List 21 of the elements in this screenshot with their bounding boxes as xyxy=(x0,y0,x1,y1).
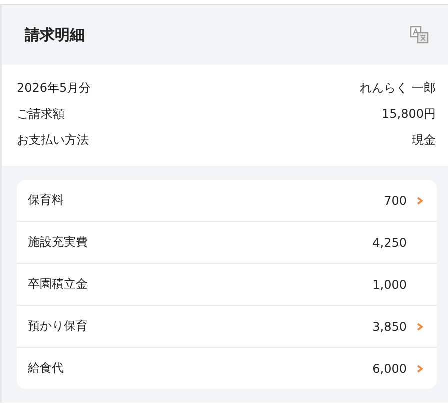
summary-label: 2026年5月分 xyxy=(17,80,92,97)
fee-label: 保育料 xyxy=(28,192,65,209)
chevron-icon[interactable] xyxy=(415,364,425,374)
fee-label: 給食代 xyxy=(28,360,65,377)
translate-icon[interactable] xyxy=(410,26,430,44)
page-title: 請求明細 xyxy=(25,26,85,44)
fee-amount: 4,250 xyxy=(372,236,407,250)
summary-value: れんらく 一郎 xyxy=(360,80,436,97)
fee-label: 卒園積立金 xyxy=(28,276,89,293)
summary-value: 15,800円 xyxy=(382,106,436,123)
chevron-icon[interactable] xyxy=(415,196,425,206)
fee-amount: 6,000 xyxy=(372,362,407,376)
fee-label: 預かり保育 xyxy=(28,318,89,335)
summary-label: ご請求額 xyxy=(17,106,65,123)
fee-amount: 1,000 xyxy=(372,278,407,292)
summary-value: 現金 xyxy=(412,132,436,149)
fee-amount: 3,850 xyxy=(372,320,407,334)
fee-label: 施設充実費 xyxy=(28,234,89,251)
summary-label: お支払い方法 xyxy=(17,132,89,149)
fee-amount: 700 xyxy=(384,194,407,208)
chevron-icon[interactable] xyxy=(415,322,425,332)
